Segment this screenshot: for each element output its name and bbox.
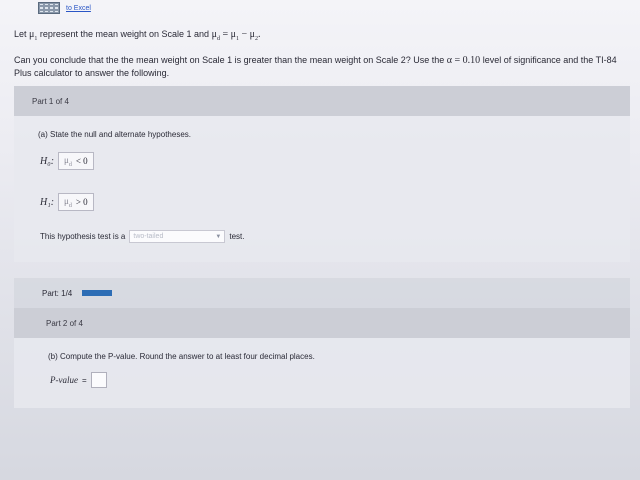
null-hypothesis: H₀: μd < 0 (40, 152, 94, 170)
part-2-panel: Part 2 of 4 (b) Compute the P-value. Rou… (14, 308, 630, 408)
mu-d-definition: μd = μ1 − μ2. (211, 29, 261, 42)
progress-bar (82, 290, 113, 296)
h1-operator: > 0 (75, 197, 88, 207)
problem-statement: Let μ1 represent the mean weight on Scal… (14, 28, 634, 88)
part-2-header: Part 2 of 4 (14, 308, 630, 338)
pvalue-row: P-value = (50, 372, 107, 388)
h0-answer-box[interactable]: μd < 0 (58, 152, 94, 170)
alternate-hypothesis: H₁: μd > 0 (40, 193, 94, 211)
part-1-panel: Part 1 of 4 (a) State the null and alter… (14, 86, 630, 262)
test-type-line: This hypothesis test is a two-tailed ▼ t… (40, 230, 245, 243)
problem-line-1: Let μ1 represent the mean weight on Scal… (14, 29, 261, 42)
spreadsheet-icon[interactable] (38, 2, 60, 14)
excel-export[interactable]: to Excel (38, 0, 91, 16)
h0-operator: < 0 (75, 156, 88, 166)
h1-answer-box[interactable]: μd > 0 (58, 193, 94, 211)
alpha-value: α = 0.10 (446, 55, 481, 66)
progress-label: Part: 1/4 (42, 288, 73, 298)
part-2-subquestion: (b) Compute the P-value. Round the answe… (48, 352, 315, 361)
h0-label: H₀: (40, 155, 55, 167)
dropdown-arrow-icon[interactable]: ▼ (215, 234, 221, 240)
h1-label: H₁: (40, 196, 55, 208)
pvalue-label: P-value (50, 375, 78, 385)
excel-link[interactable]: to Excel (66, 5, 91, 12)
progress-strip: Part: 1/4 (14, 278, 630, 308)
pvalue-input[interactable] (90, 372, 107, 388)
part-1-subquestion: (a) State the null and alternate hypothe… (38, 130, 191, 139)
part-1-header: Part 1 of 4 (14, 86, 630, 116)
test-type-select[interactable]: two-tailed ▼ (129, 230, 226, 243)
problem-line-2: Can you conclude that the the mean weigh… (14, 55, 617, 78)
